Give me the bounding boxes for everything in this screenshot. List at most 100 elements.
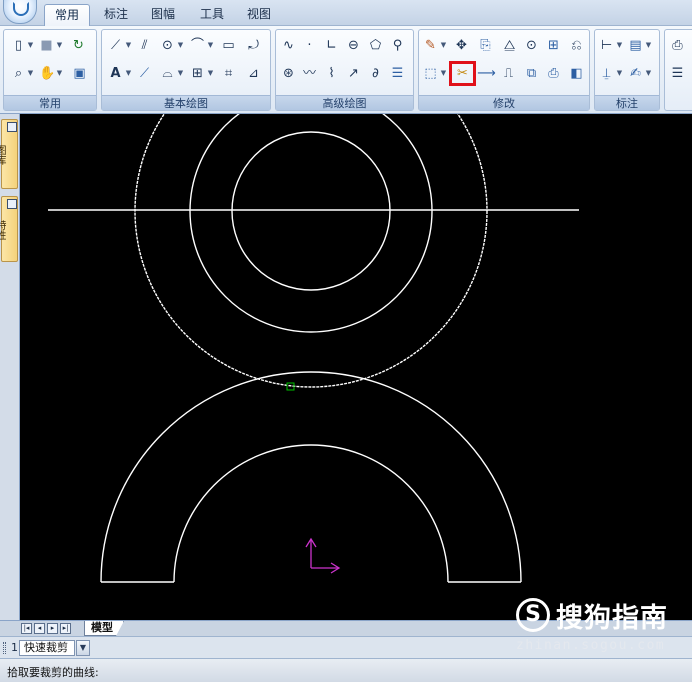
spline-region-icon[interactable]: ⊿ (244, 64, 263, 83)
zoom-icon[interactable]: ⌕ (9, 64, 28, 83)
inner-circle[interactable] (231, 131, 391, 291)
dropdown-arrow-icon[interactable]: ▼ (645, 64, 652, 83)
middle-circle[interactable] (189, 114, 433, 333)
tab-tools[interactable]: 工具 (190, 4, 234, 26)
dropdown-arrow-icon[interactable]: ▼ (27, 64, 34, 83)
mirror-icon[interactable]: ⧋ (500, 36, 519, 55)
dropdown-arrow-icon[interactable]: ▼ (207, 36, 214, 55)
tab-drawing-sheet[interactable]: 图幅 (141, 4, 185, 26)
extend-icon[interactable]: ⟶ (477, 64, 496, 83)
save-icon[interactable]: ▣ (70, 64, 89, 83)
dimension-edit-icon[interactable]: ✍ (626, 64, 645, 83)
ucs-icon (305, 537, 341, 574)
first-layout-icon[interactable]: |◂ (21, 623, 32, 634)
arrow-icon[interactable]: ↗ (344, 64, 363, 83)
parallel-line-icon[interactable]: ⫽ (135, 36, 154, 55)
pan-icon[interactable]: ✋ (38, 64, 57, 83)
palette-tab-properties[interactable]: 特性 (0, 196, 18, 262)
break-line-icon[interactable]: ⌇ (322, 64, 341, 83)
spline-icon[interactable]: ∿ (279, 36, 298, 55)
explode-icon[interactable]: ⎙ (544, 64, 563, 83)
block-insert-icon[interactable]: ⊞ (188, 64, 207, 83)
centerline-icon[interactable]: ⟋ (135, 64, 154, 83)
dropdown-arrow-icon[interactable]: ▼ (616, 64, 623, 83)
drawing-canvas[interactable] (20, 114, 692, 620)
rotate-icon[interactable]: ⊙ (522, 36, 541, 55)
open-file-icon[interactable]: ■ (37, 36, 56, 55)
tab-model[interactable]: 模型 (84, 621, 124, 636)
offset-icon[interactable]: ⎌ (567, 36, 586, 55)
linetype-icon[interactable]: ☰ (668, 64, 687, 83)
outer-circle[interactable] (134, 114, 488, 388)
command-prompt: 拾取要裁剪的曲线: (7, 666, 99, 679)
palette-tab-library[interactable]: 图库 (0, 119, 18, 189)
ribbon: ▯ ▼ ■ ▼ ↻ ⌕ ▼ ✋ ▼ ▣ 常用 ⟋ ▼ ⫽ ⊙ ▼ ⌒ ▼ ▭ ⤾… (0, 26, 692, 114)
move-icon[interactable]: ✥ (452, 36, 471, 55)
dropdown-arrow-icon[interactable]: ▼ (27, 36, 34, 55)
layer-icon[interactable]: ⎙ (668, 36, 687, 55)
hatch-region-icon[interactable]: ⌓ (158, 64, 177, 83)
arc-icon[interactable]: ⌒ (188, 36, 207, 55)
dropdown-arrow-icon[interactable]: ▼ (177, 36, 184, 55)
command-dropdown-icon[interactable]: ▼ (76, 640, 90, 656)
linear-dimension-icon[interactable]: ⊢ (597, 36, 616, 55)
previous-layout-icon[interactable]: ◂ (34, 623, 45, 634)
point-grid-icon[interactable]: ⌗ (219, 64, 238, 83)
line-icon[interactable]: ⟋ (106, 36, 125, 55)
grip-icon[interactable] (3, 642, 6, 654)
refresh-icon[interactable]: ↻ (69, 36, 88, 55)
panel-advanced-draw: ∿ · ∟ ⊖ ⬠ ⚲ ⊛ 〰 ⌇ ↗ ∂ ☰ 高级绘图 (275, 29, 414, 111)
dropdown-arrow-icon[interactable]: ▼ (440, 64, 447, 83)
rectangle-icon[interactable]: ▭ (219, 36, 238, 55)
array-icon[interactable]: ⊞ (544, 36, 563, 55)
fillet-icon[interactable]: ∂ (366, 64, 385, 83)
polygon-icon[interactable]: ⬠ (366, 36, 385, 55)
break-icon[interactable]: ⎍ (499, 64, 518, 83)
command-history-field[interactable]: 快速裁剪 (19, 640, 75, 656)
hatch-icon[interactable]: ⊛ (279, 64, 298, 83)
palette-tab-properties-label: 特性 (0, 220, 5, 240)
dropdown-arrow-icon[interactable]: ▼ (616, 36, 623, 55)
watermark-title: 搜狗指南 (556, 603, 668, 634)
left-palette: 图库 特性 (0, 114, 20, 620)
panel-common: ▯ ▼ ■ ▼ ↻ ⌕ ▼ ✋ ▼ ▣ 常用 (3, 29, 97, 111)
dropdown-arrow-icon[interactable]: ▼ (207, 64, 214, 83)
dropdown-arrow-icon[interactable]: ▼ (56, 64, 63, 83)
tab-view[interactable]: 视图 (237, 4, 281, 26)
new-file-icon[interactable]: ▯ (9, 36, 28, 55)
panel-modify-title: 修改 (419, 95, 589, 110)
dropdown-arrow-icon[interactable]: ▼ (125, 64, 132, 83)
panel-dimension-title: 标注 (595, 95, 659, 110)
scale-icon[interactable]: ⧉ (522, 64, 541, 83)
copy-icon[interactable]: ⎘ (476, 36, 495, 55)
point-icon[interactable]: · (300, 36, 319, 55)
next-layout-icon[interactable]: ▸ (47, 623, 58, 634)
panel-basic-draw-title: 基本绘图 (102, 95, 270, 110)
wave-line-icon[interactable]: 〰 (300, 64, 319, 83)
tab-common[interactable]: 常用 (44, 4, 91, 26)
stretch-icon[interactable]: ⬚ (421, 64, 440, 83)
ellipse-icon[interactable]: ⊖ (344, 36, 363, 55)
drawing-geometry (48, 114, 579, 583)
polyline-icon[interactable]: ⤾ (244, 36, 263, 55)
last-layout-icon[interactable]: ▸| (60, 623, 71, 634)
dropdown-arrow-icon[interactable]: ▼ (440, 36, 447, 55)
library-icon[interactable]: ⚲ (388, 36, 407, 55)
delete-eraser-icon[interactable]: ✎ (421, 36, 440, 55)
dropdown-arrow-icon[interactable]: ▼ (125, 36, 132, 55)
tab-dimension[interactable]: 标注 (94, 4, 138, 26)
multiline-icon[interactable]: ☰ (388, 64, 407, 83)
angle-line-icon[interactable]: ∟ (322, 36, 341, 55)
text-icon[interactable]: A (106, 64, 125, 83)
dropdown-arrow-icon[interactable]: ▼ (177, 64, 184, 83)
palette-tab-library-label: 图库 (0, 145, 5, 165)
trim-icon[interactable]: ✂ (449, 61, 476, 86)
dropdown-arrow-icon[interactable]: ▼ (645, 36, 652, 55)
chamfer-icon[interactable]: ◧ (567, 64, 586, 83)
circle-icon[interactable]: ⊙ (158, 36, 177, 55)
app-logo-icon (13, 2, 29, 16)
tolerance-icon[interactable]: ▤ (626, 36, 645, 55)
leader-icon[interactable]: ⍊ (597, 64, 616, 83)
app-menu-button[interactable] (3, 0, 37, 24)
dropdown-arrow-icon[interactable]: ▼ (56, 36, 63, 55)
